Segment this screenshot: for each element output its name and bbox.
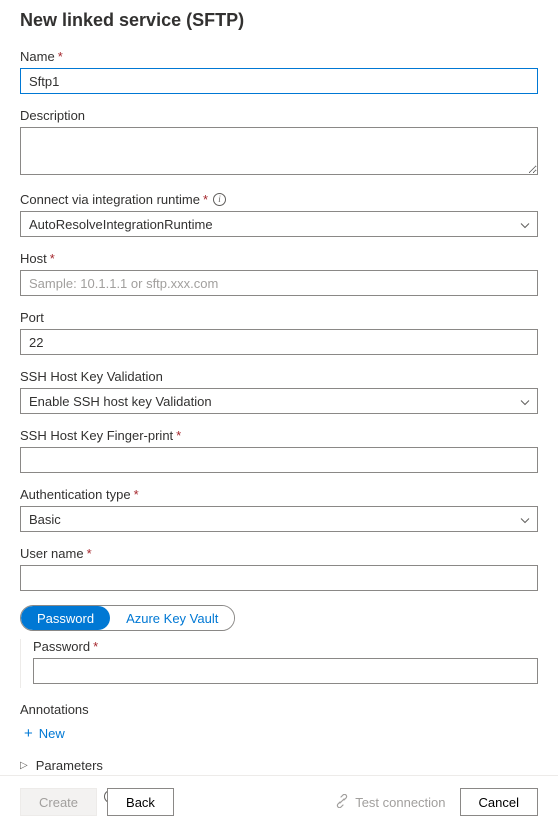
required-asterisk: *: [87, 546, 92, 561]
username-input[interactable]: [20, 565, 538, 591]
required-asterisk: *: [176, 428, 181, 443]
ssh-validation-value: Enable SSH host key Validation: [29, 394, 212, 409]
description-input[interactable]: [20, 127, 538, 175]
test-connection-label: Test connection: [355, 795, 445, 810]
link-icon: [335, 794, 349, 811]
create-button: Create: [20, 788, 97, 816]
page-title: New linked service (SFTP): [20, 10, 538, 31]
name-field: Name *: [20, 49, 538, 94]
description-label: Description: [20, 108, 85, 123]
runtime-field: Connect via integration runtime * i Auto…: [20, 192, 538, 237]
description-field: Description: [20, 108, 538, 178]
runtime-select[interactable]: AutoResolveIntegrationRuntime: [20, 211, 538, 237]
annotations-new-button[interactable]: + New: [20, 725, 65, 742]
ssh-fingerprint-input[interactable]: [20, 447, 538, 473]
password-input[interactable]: [33, 658, 538, 684]
auth-type-select[interactable]: Basic: [20, 506, 538, 532]
runtime-value: AutoResolveIntegrationRuntime: [29, 217, 213, 232]
ssh-validation-select[interactable]: Enable SSH host key Validation: [20, 388, 538, 414]
password-group: Password Azure Key Vault Password *: [20, 605, 538, 688]
auth-type-field: Authentication type * Basic: [20, 487, 538, 532]
ssh-fingerprint-label: SSH Host Key Finger-print: [20, 428, 173, 443]
test-connection-button: Test connection: [331, 794, 449, 811]
auth-type-value: Basic: [29, 512, 61, 527]
port-field: Port: [20, 310, 538, 355]
back-button[interactable]: Back: [107, 788, 174, 816]
plus-icon: +: [24, 725, 33, 742]
cancel-button[interactable]: Cancel: [460, 788, 538, 816]
parameters-label: Parameters: [36, 758, 103, 773]
ssh-validation-field: SSH Host Key Validation Enable SSH host …: [20, 369, 538, 414]
ssh-validation-label: SSH Host Key Validation: [20, 369, 163, 384]
toggle-azure-key-vault[interactable]: Azure Key Vault: [110, 606, 234, 630]
annotations-field: Annotations + New: [20, 702, 538, 742]
port-label: Port: [20, 310, 44, 325]
required-asterisk: *: [58, 49, 63, 64]
footer: Create Back Test connection Cancel: [0, 775, 558, 828]
name-label: Name: [20, 49, 55, 64]
runtime-label: Connect via integration runtime: [20, 192, 200, 207]
auth-type-label: Authentication type: [20, 487, 131, 502]
host-input[interactable]: [20, 270, 538, 296]
info-icon[interactable]: i: [213, 193, 226, 206]
triangle-right-icon: ▷: [20, 760, 28, 771]
required-asterisk: *: [93, 639, 98, 654]
annotations-label: Annotations: [20, 702, 89, 717]
password-source-toggle: Password Azure Key Vault: [20, 605, 235, 631]
port-input[interactable]: [20, 329, 538, 355]
ssh-fingerprint-field: SSH Host Key Finger-print *: [20, 428, 538, 473]
password-label: Password: [33, 639, 90, 654]
toggle-password[interactable]: Password: [21, 606, 110, 630]
username-label: User name: [20, 546, 84, 561]
host-label: Host: [20, 251, 47, 266]
required-asterisk: *: [134, 487, 139, 502]
annotations-new-label: New: [39, 726, 65, 741]
host-field: Host *: [20, 251, 538, 296]
username-field: User name *: [20, 546, 538, 591]
required-asterisk: *: [50, 251, 55, 266]
name-input[interactable]: [20, 68, 538, 94]
required-asterisk: *: [203, 192, 208, 207]
